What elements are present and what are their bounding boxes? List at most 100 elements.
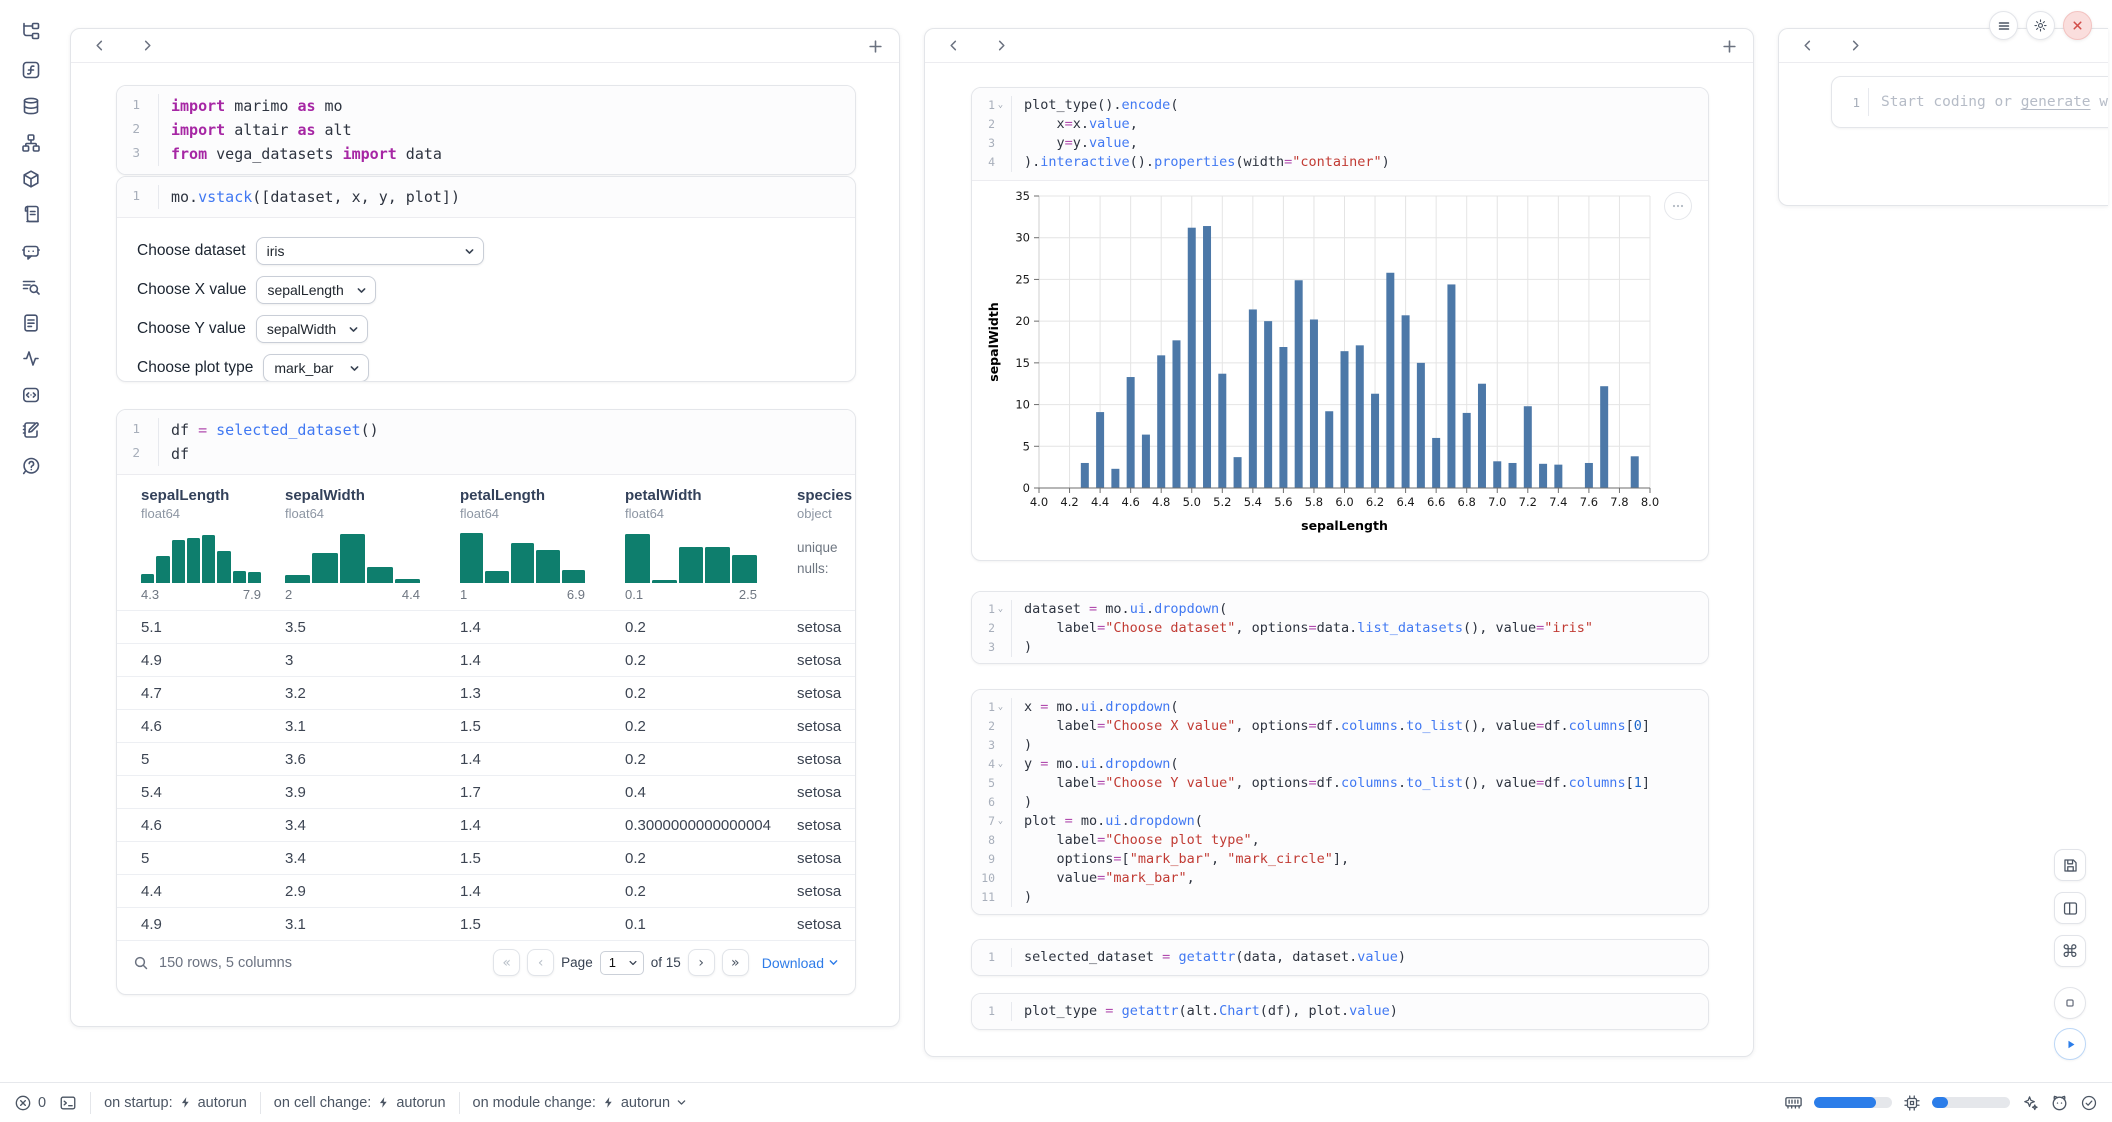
choose-y-value-select[interactable]: sepalWidth <box>256 315 368 343</box>
choose-x-value-select[interactable]: sepalLength <box>256 276 376 304</box>
first-page-button[interactable]: « <box>493 949 520 976</box>
table-row[interactable]: 4.73.21.30.2setosa <box>117 676 856 709</box>
connection-status-button[interactable] <box>2080 1094 2098 1112</box>
sidebar-activity-icon[interactable] <box>13 340 49 376</box>
code-line: 1import marimo as mo <box>117 94 855 118</box>
column-histogram[interactable] <box>141 529 261 583</box>
chevron-left-icon[interactable] <box>943 36 963 56</box>
layout-toggle-button[interactable] <box>2054 892 2086 924</box>
table-row[interactable]: 53.61.40.2setosa <box>117 742 856 775</box>
column-histogram[interactable] <box>285 529 420 583</box>
table-row[interactable]: 5.13.51.40.2setosa <box>117 610 856 643</box>
selected-dataset-cell[interactable]: 1selected_dataset = getattr(data, datase… <box>971 939 1709 976</box>
plot-type-code: 1plot_type = getattr(alt.Chart(df), plot… <box>972 994 1708 1029</box>
chevron-left-icon[interactable] <box>1797 36 1817 56</box>
column-header-species[interactable]: speciesobjectuniquenulls: <box>789 487 856 610</box>
sidebar-function-square-icon[interactable] <box>13 52 49 88</box>
vstack-cell[interactable]: 1mo.vstack([dataset, x, y, plot]) Choose… <box>116 176 856 382</box>
chevron-right-icon[interactable] <box>137 36 157 56</box>
segment-label: on cell change: <box>274 1095 372 1111</box>
run-all-button[interactable] <box>2054 1028 2086 1060</box>
sidebar-notebook-pen-icon[interactable] <box>13 412 49 448</box>
page-select[interactable]: 1 <box>600 951 644 975</box>
download-button[interactable]: Download <box>762 955 839 971</box>
settings-button[interactable] <box>2026 11 2055 40</box>
command-palette-button[interactable]: ⌘ <box>2054 935 2086 967</box>
code-line: 1mo.vstack([dataset, x, y, plot]) <box>117 185 855 209</box>
empty-code-cell[interactable]: 1 Start coding or generate with <box>1831 76 2108 128</box>
hist-min: 0.1 <box>625 587 643 602</box>
chart-bar <box>1631 456 1639 488</box>
choose-plot-type-select[interactable]: mark_bar <box>263 354 369 382</box>
column-header-sepalWidth[interactable]: sepalWidthfloat6424.4 <box>277 487 452 610</box>
column-histogram[interactable] <box>625 529 757 583</box>
imports-cell[interactable]: 1import marimo as mo2import altair as al… <box>116 85 856 175</box>
interrupt-button[interactable] <box>2054 987 2086 1019</box>
cpu-usage-meter <box>1932 1097 2010 1108</box>
dataset-dropdown-code: 1⌄dataset = mo.ui.dropdown(2 label="Choo… <box>972 592 1708 664</box>
column-header-petalWidth[interactable]: petalWidthfloat640.12.5 <box>617 487 789 610</box>
sidebar-file-text-icon[interactable] <box>13 305 49 341</box>
page-label: Page <box>561 955 593 970</box>
table-row[interactable]: 4.42.91.40.2setosa <box>117 874 856 907</box>
chevron-down-icon <box>349 363 360 374</box>
select-value: sepalLength <box>267 282 343 298</box>
dataset-dropdown-cell[interactable]: 1⌄dataset = mo.ui.dropdown(2 label="Choo… <box>971 591 1709 664</box>
sidebar-code-square-icon[interactable] <box>13 377 49 413</box>
save-button[interactable] <box>2054 849 2086 881</box>
error-indicator[interactable]: 0 <box>14 1094 46 1112</box>
prev-page-button[interactable]: ‹ <box>527 949 554 976</box>
chart-bar <box>1341 351 1349 488</box>
search-icon[interactable] <box>133 955 149 971</box>
last-page-button[interactable]: » <box>722 949 749 976</box>
table-row[interactable]: 4.93.11.50.1setosa <box>117 907 856 940</box>
sidebar-list-search-icon[interactable] <box>13 269 49 305</box>
chart-actions-button[interactable] <box>1664 192 1692 220</box>
column-histogram[interactable] <box>460 529 585 583</box>
segment-label: on module change: <box>473 1095 596 1111</box>
close-panel-button[interactable] <box>2063 11 2092 40</box>
table-row[interactable]: 4.931.40.2setosa <box>117 643 856 676</box>
ai-sparkles-button[interactable] <box>2021 1094 2039 1112</box>
table-row[interactable]: 4.63.41.40.3000000000000004setosa <box>117 808 856 841</box>
runtime-config-module-change[interactable]: on module change:autorun <box>473 1095 688 1111</box>
add-cell-button[interactable] <box>865 36 885 56</box>
sidebar-package-icon[interactable] <box>13 161 49 197</box>
runtime-config-startup[interactable]: on startup:autorun <box>104 1095 247 1111</box>
chevron-right-icon[interactable] <box>991 36 1011 56</box>
add-cell-button[interactable] <box>1719 36 1739 56</box>
runtime-config-cell-change[interactable]: on cell change:autorun <box>274 1095 446 1111</box>
menu-button[interactable] <box>1989 11 2018 40</box>
chevron-right-icon[interactable] <box>1845 36 1865 56</box>
controls-definition-cell[interactable]: 1⌄x = mo.ui.dropdown(2 label="Choose X v… <box>971 689 1709 915</box>
table-row[interactable]: 4.63.11.50.2setosa <box>117 709 856 742</box>
table-row[interactable]: 5.43.91.70.4setosa <box>117 775 856 808</box>
chart-bar <box>1585 463 1593 488</box>
choose-dataset-select[interactable]: iris <box>256 237 484 265</box>
code-placeholder[interactable]: Start coding or generate with <box>1881 94 2108 110</box>
sidebar-help-circle-icon[interactable] <box>13 448 49 484</box>
cpu-icon <box>1903 1094 1921 1112</box>
sidebar-database-icon[interactable] <box>13 88 49 124</box>
table-cell: 1.3 <box>452 685 617 702</box>
terminal-button[interactable] <box>59 1094 77 1112</box>
plot-cell[interactable]: 1⌄plot_type().encode(2 x=x.value,3 y=y.v… <box>971 87 1709 561</box>
sidebar-file-tree-icon[interactable] <box>13 13 49 49</box>
dataframe-cell[interactable]: 1df = selected_dataset()2df sepalLengthf… <box>116 409 856 995</box>
svg-text:7.2: 7.2 <box>1519 495 1537 509</box>
page-count: of 15 <box>651 955 681 970</box>
plot-type-cell[interactable]: 1plot_type = getattr(alt.Chart(df), plot… <box>971 993 1709 1030</box>
github-status-button[interactable] <box>2050 1093 2069 1112</box>
table-cell: 4.6 <box>117 718 277 735</box>
middle-panel-header <box>925 29 1753 63</box>
sidebar-bot-message-icon[interactable] <box>13 233 49 269</box>
altair-bar-chart[interactable]: 4.04.24.44.64.85.05.25.45.65.86.06.26.46… <box>984 188 1690 553</box>
chevron-left-icon[interactable] <box>89 36 109 56</box>
svg-text:30: 30 <box>1015 231 1030 245</box>
next-page-button[interactable]: › <box>688 949 715 976</box>
column-header-petalLength[interactable]: petalLengthfloat6416.9 <box>452 487 617 610</box>
table-row[interactable]: 53.41.50.2setosa <box>117 841 856 874</box>
sidebar-scroll-text-icon[interactable] <box>13 196 49 232</box>
column-header-sepalLength[interactable]: sepalLengthfloat644.37.9 <box>117 487 277 610</box>
sidebar-workflow-icon[interactable] <box>13 125 49 161</box>
